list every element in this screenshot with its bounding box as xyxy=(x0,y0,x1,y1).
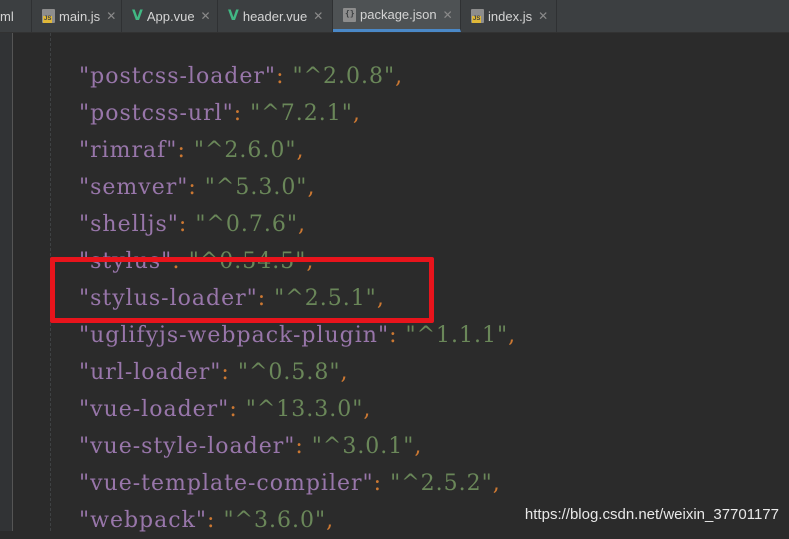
json-colon: : xyxy=(389,323,406,348)
json-key: "shelljs" xyxy=(79,212,179,237)
tab-html-file[interactable]: ml xyxy=(0,0,32,32)
code-line[interactable]: "url-loader": "^0.5.8", xyxy=(79,354,516,391)
json-comma: , xyxy=(492,471,501,496)
json-colon: : xyxy=(373,471,391,496)
tab-app-vue[interactable]: V App.vue ✕ xyxy=(122,0,218,32)
json-comma: , xyxy=(352,101,361,126)
tab-label: index.js xyxy=(488,8,533,24)
editor-tab-bar: ml main.js ✕ V App.vue ✕ V header.vue ✕ … xyxy=(0,0,789,33)
code-line[interactable]: "vue-style-loader": "^3.0.1", xyxy=(79,428,516,465)
js-file-icon xyxy=(471,9,484,23)
json-key: "webpack" xyxy=(79,508,208,533)
json-value: "^0.5.8" xyxy=(237,360,341,385)
code-line[interactable]: "webpack": "^3.6.0", xyxy=(79,502,516,539)
json-value: "^0.7.6" xyxy=(195,212,298,237)
json-comma: , xyxy=(307,175,316,200)
close-icon[interactable]: ✕ xyxy=(538,9,548,23)
json-value: "^2.0.8" xyxy=(292,64,396,89)
code-line[interactable]: "postcss-url": "^7.2.1", xyxy=(79,95,516,132)
json-key: "url-loader" xyxy=(79,360,222,385)
json-colon: : xyxy=(177,138,194,163)
vue-file-icon: V xyxy=(228,8,239,24)
json-comma: , xyxy=(363,397,372,422)
json-comma: , xyxy=(395,64,404,89)
json-comma: , xyxy=(326,508,335,533)
json-comma: , xyxy=(296,138,305,163)
json-value: "^2.6.0" xyxy=(193,138,297,163)
json-colon: : xyxy=(178,212,196,237)
json-value: "^7.2.1" xyxy=(250,101,353,126)
red-highlight-annotation xyxy=(50,257,434,323)
json-key: "vue-template-compiler" xyxy=(79,471,374,496)
json-key: "vue-style-loader" xyxy=(79,434,296,459)
json-colon: : xyxy=(221,360,238,385)
close-icon[interactable]: ✕ xyxy=(201,9,211,23)
tab-label: main.js xyxy=(59,8,101,24)
json-value: "^3.0.1" xyxy=(311,434,415,459)
json-value: "^5.3.0" xyxy=(204,175,308,200)
json-comma: , xyxy=(414,434,423,459)
json-value: "^3.6.0" xyxy=(223,508,327,533)
json-colon: : xyxy=(229,397,246,422)
json-key: "semver" xyxy=(79,175,189,200)
json-key: "postcss-loader" xyxy=(79,64,277,89)
code-line[interactable]: "vue-template-compiler": "^2.5.2", xyxy=(79,465,516,502)
watermark: https://blog.csdn.net/weixin_37701177 xyxy=(524,506,779,523)
json-colon: : xyxy=(207,508,224,533)
code-line[interactable]: "vue-loader": "^13.3.0", xyxy=(79,391,516,428)
tab-main-js[interactable]: main.js ✕ xyxy=(32,0,122,32)
json-colon: : xyxy=(188,175,205,200)
tab-label: App.vue xyxy=(146,8,195,24)
tab-label: package.json xyxy=(360,7,437,22)
code-line[interactable]: "rimraf": "^2.6.0", xyxy=(79,132,516,169)
tab-package-json[interactable]: package.json ✕ xyxy=(333,0,461,32)
json-key: "uglifyjs-webpack-plugin" xyxy=(79,323,390,348)
json-value: "^2.5.2" xyxy=(390,471,493,496)
js-file-icon xyxy=(42,9,55,23)
close-icon[interactable]: ✕ xyxy=(313,9,323,23)
json-key: "vue-loader" xyxy=(79,397,230,422)
json-colon: : xyxy=(233,101,251,126)
json-comma: , xyxy=(340,360,349,385)
code-line[interactable]: "shelljs": "^0.7.6", xyxy=(79,206,516,243)
editor-gutter xyxy=(0,33,13,531)
tab-index-js[interactable]: index.js ✕ xyxy=(461,0,557,32)
json-file-icon xyxy=(343,7,356,22)
close-icon[interactable]: ✕ xyxy=(443,8,453,22)
tab-label: ml xyxy=(0,8,14,24)
close-icon[interactable]: ✕ xyxy=(106,9,116,23)
tab-label: header.vue xyxy=(242,8,308,24)
json-comma: , xyxy=(508,323,517,348)
json-value: "^13.3.0" xyxy=(245,397,364,422)
code-line[interactable]: "semver": "^5.3.0", xyxy=(79,169,516,206)
json-key: "postcss-url" xyxy=(79,101,234,126)
json-comma: , xyxy=(297,212,306,237)
json-key: "rimraf" xyxy=(79,138,178,163)
vue-file-icon: V xyxy=(132,8,143,24)
json-colon: : xyxy=(276,64,293,89)
json-value: "^1.1.1" xyxy=(405,323,509,348)
code-line[interactable]: "postcss-loader": "^2.0.8", xyxy=(79,58,516,95)
tab-header-vue[interactable]: V header.vue ✕ xyxy=(218,0,333,32)
json-colon: : xyxy=(295,434,312,459)
